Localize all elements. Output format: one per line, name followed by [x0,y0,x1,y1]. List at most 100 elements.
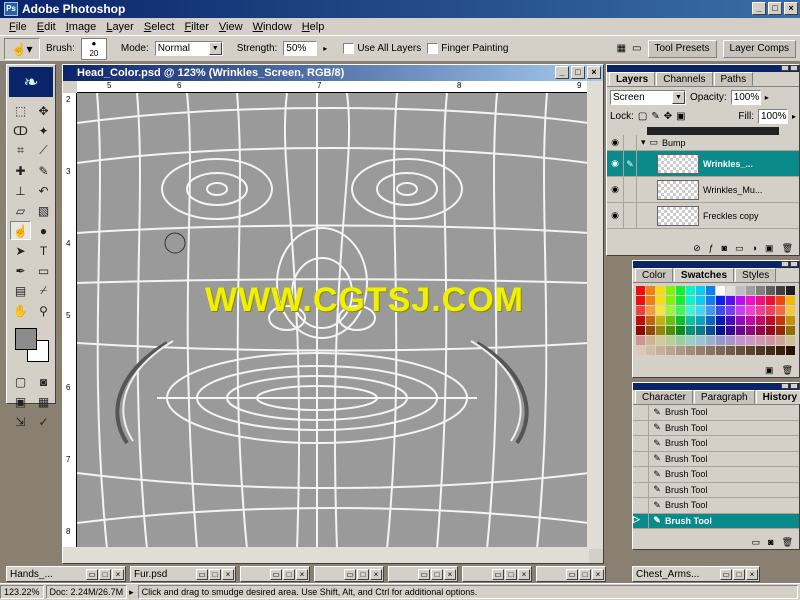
color-swatch[interactable] [766,346,775,355]
close-icon[interactable]: × [222,568,234,580]
color-swatch[interactable] [666,316,675,325]
history-item[interactable]: ✎ Brush Tool [633,482,799,498]
restore-icon[interactable]: ▭ [492,568,504,580]
color-swatch[interactable] [776,296,785,305]
opacity-arrow-icon[interactable]: ▸ [765,93,769,102]
tab-swatches[interactable]: Swatches [673,268,735,282]
lock-transparent-icon[interactable]: ▢ [638,111,647,122]
new-set-icon[interactable]: ▭ [735,243,744,254]
document-maximize-button[interactable]: □ [571,66,585,79]
color-swatch[interactable] [696,306,705,315]
color-swatch[interactable] [666,346,675,355]
quick-mask-icon[interactable]: ◙ [33,372,54,391]
color-swatch[interactable] [786,316,795,325]
new-snapshot-icon[interactable]: ◙ [768,537,773,547]
menu-image[interactable]: Image [61,21,102,33]
color-swatch[interactable] [756,346,765,355]
color-swatch[interactable] [696,346,705,355]
color-swatch[interactable] [766,306,775,315]
new-layer-icon[interactable]: ▣ [765,243,774,254]
color-swatch[interactable] [686,286,695,295]
close-icon[interactable]: × [746,568,758,580]
color-swatch[interactable] [786,346,795,355]
layer-mask-icon[interactable]: ◙ [722,243,727,253]
menu-select[interactable]: Select [139,21,180,33]
color-swatch[interactable] [746,306,755,315]
new-document-from-state-icon[interactable]: ▭ [752,537,761,548]
trash-icon[interactable]: 🗑 [782,243,793,254]
minimized-document[interactable]: ▭ □ × [462,566,532,582]
color-swatch[interactable] [636,296,645,305]
color-swatch[interactable] [756,286,765,295]
panel-grip[interactable] [633,383,799,390]
minimized-document[interactable]: ▭ □ × [388,566,458,582]
minimized-document[interactable]: Hands_... ▭ □ × [6,566,126,582]
history-item[interactable]: ✎ Brush Tool [633,405,799,421]
maximize-icon[interactable]: □ [733,568,745,580]
history-item[interactable]: ✎ Brush Tool [633,451,799,467]
color-swatch[interactable] [766,336,775,345]
color-swatch[interactable] [636,306,645,315]
history-item-current[interactable]: ▷ ✎ Brush Tool [633,513,799,529]
imageready-icon[interactable]: ✓ [33,412,54,431]
color-swatch[interactable] [646,316,655,325]
color-swatch[interactable] [696,296,705,305]
minimized-document[interactable]: Chest_Arms... ▭ □ × [632,566,760,582]
color-swatch[interactable] [666,326,675,335]
vertical-scrollbar[interactable] [587,81,603,549]
color-swatch[interactable] [706,346,715,355]
restore-icon[interactable]: ▭ [196,568,208,580]
color-swatch[interactable] [766,286,775,295]
color-swatch[interactable] [686,306,695,315]
color-swatch[interactable] [696,286,705,295]
blend-mode-select[interactable]: Screen ▼ [610,90,686,105]
menu-file[interactable]: File [4,21,32,33]
color-swatch[interactable] [676,346,685,355]
color-swatch[interactable] [746,326,755,335]
minimized-document[interactable]: ▭ □ × [240,566,310,582]
color-swatch[interactable] [736,336,745,345]
dodge-tool-icon[interactable]: ● [33,221,54,240]
brush-picker[interactable]: ● 20 [80,37,107,60]
color-swatch[interactable] [716,296,725,305]
mode-select[interactable]: Normal ▼ [154,41,223,56]
feather-logo-icon[interactable]: ❧ [9,67,53,97]
color-swatch[interactable] [646,296,655,305]
color-swatch[interactable] [656,326,665,335]
maximize-icon[interactable]: □ [209,568,221,580]
foreground-color[interactable] [15,328,37,350]
full-screen-icon[interactable]: ▦ [33,392,54,411]
image-canvas[interactable] [77,93,589,549]
color-swatch[interactable] [656,316,665,325]
color-swatch[interactable] [736,316,745,325]
color-swatch[interactable] [716,346,725,355]
menu-help[interactable]: Help [297,21,330,33]
color-swatch[interactable] [786,326,795,335]
tab-channels[interactable]: Channels [656,72,713,86]
strength-arrow-icon[interactable]: ▸ [323,44,327,53]
color-swatch[interactable] [776,346,785,355]
restore-icon[interactable]: ▭ [270,568,282,580]
chevron-down-icon[interactable]: ▾ [641,137,646,148]
notes-tool-icon[interactable]: ▤ [10,281,31,300]
color-swatch[interactable] [746,346,755,355]
color-swatch[interactable] [706,336,715,345]
tab-color[interactable]: Color [635,268,673,282]
swatch-grid[interactable] [633,283,799,358]
color-swatch[interactable] [726,326,735,335]
eye-icon[interactable]: ◉ [607,210,623,221]
eye-icon[interactable]: ◉ [607,184,623,195]
color-swatch[interactable] [726,286,735,295]
healing-brush-tool-icon[interactable]: ✚ [10,161,31,180]
panel-grip[interactable] [607,65,799,72]
restore-icon[interactable]: ▭ [344,568,356,580]
eyedropper-tool-icon[interactable]: ⌿ [33,281,54,300]
color-swatch[interactable] [746,336,755,345]
menu-window[interactable]: Window [248,21,297,33]
color-swatch[interactable] [676,336,685,345]
color-swatch[interactable] [766,316,775,325]
color-swatch[interactable] [756,326,765,335]
close-icon[interactable]: × [444,568,456,580]
restore-icon[interactable]: ▭ [418,568,430,580]
maximize-button[interactable]: □ [768,2,782,15]
